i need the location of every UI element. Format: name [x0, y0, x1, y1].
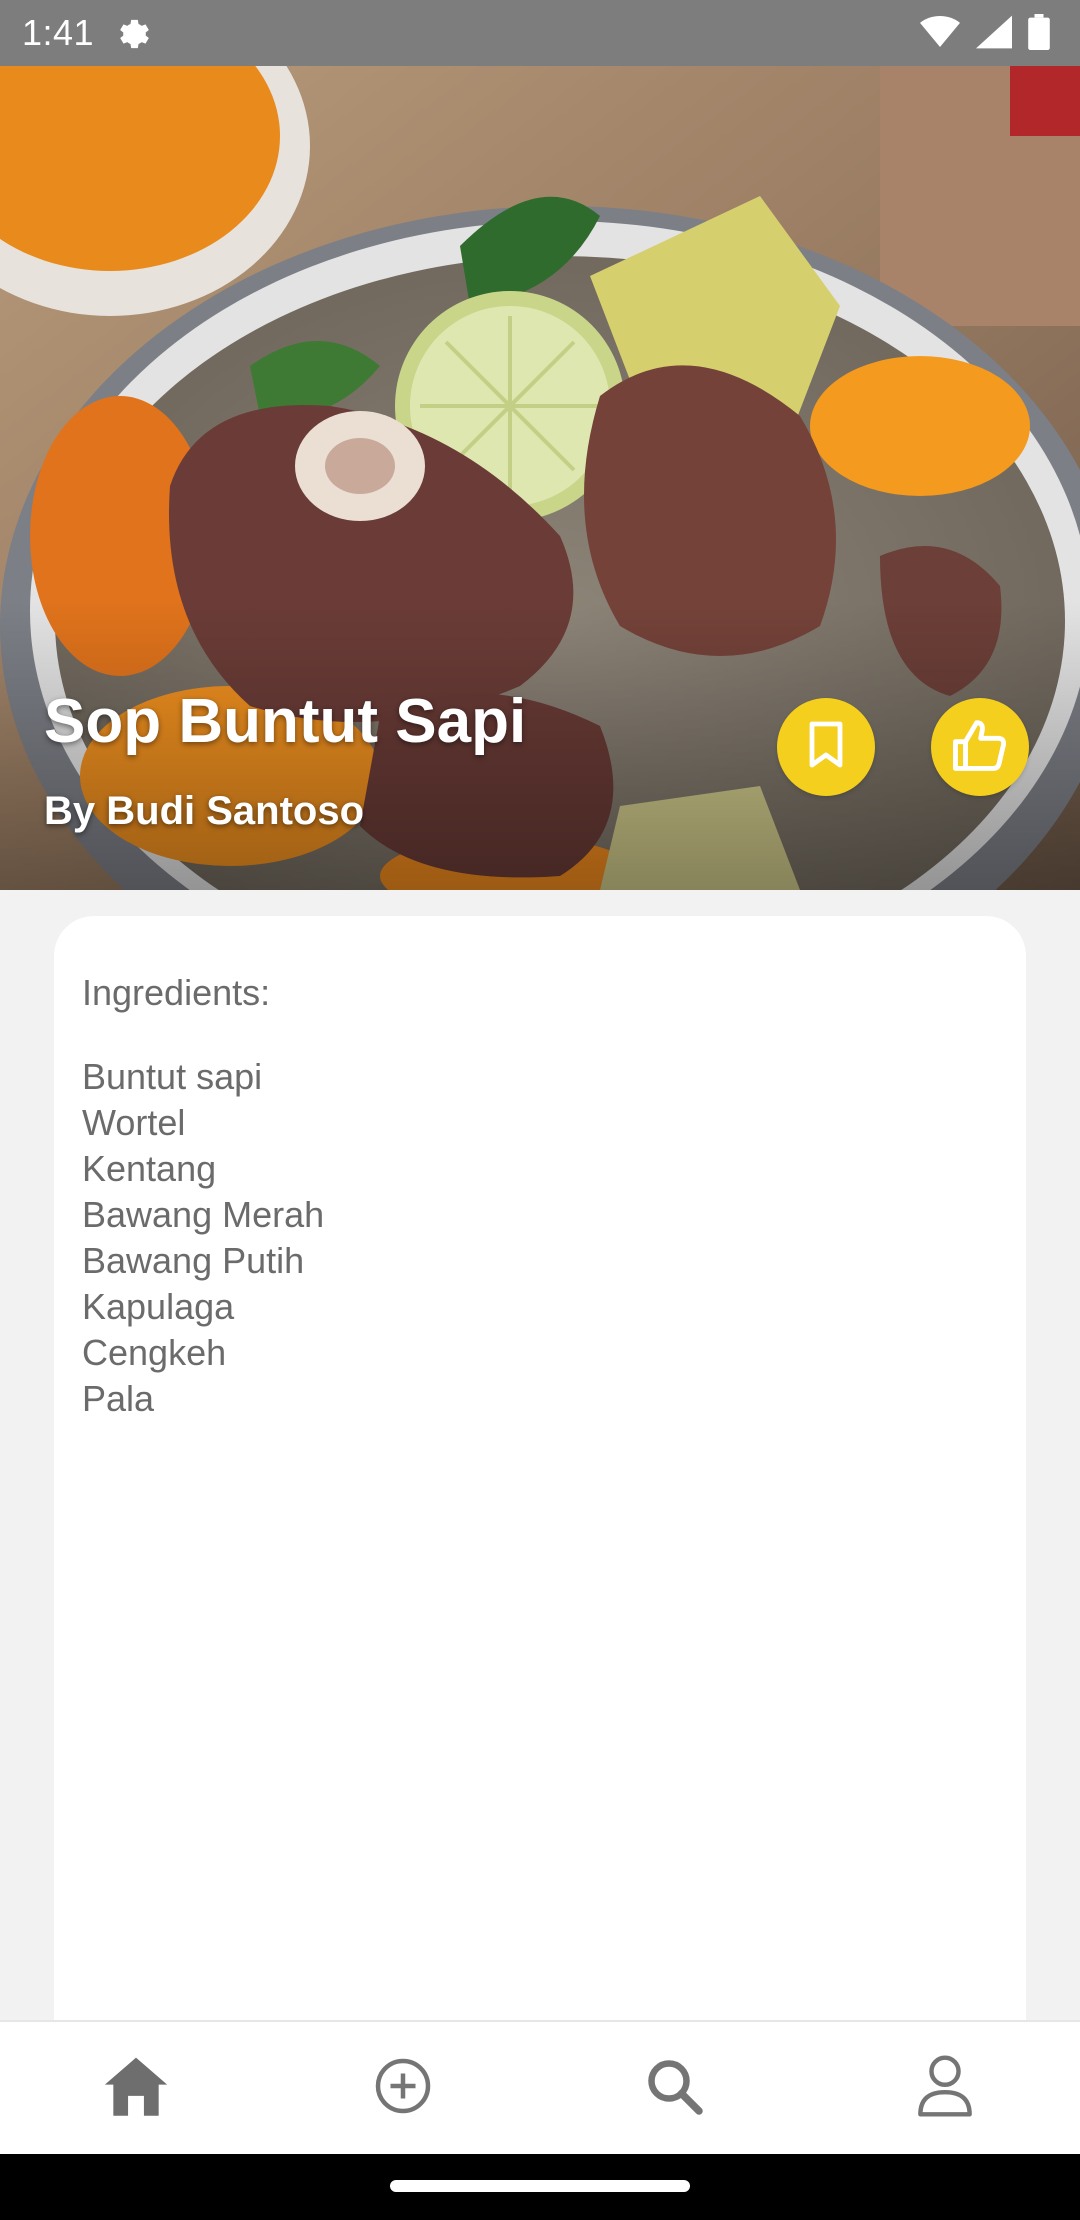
search-icon: [644, 2056, 704, 2121]
oxtail-soup-photo: [0, 66, 1080, 890]
like-button[interactable]: [931, 698, 1029, 796]
ingredient-item: Bawang Putih: [82, 1240, 305, 1281]
nav-home[interactable]: [96, 2048, 176, 2128]
status-bar: 1:41: [0, 0, 1080, 66]
status-icons: [920, 13, 1050, 55]
ingredient-item: Bawang Merah: [82, 1194, 325, 1235]
profile-icon: [915, 2054, 975, 2123]
bottom-nav: [0, 2020, 1080, 2154]
gesture-handle[interactable]: [390, 2180, 690, 2192]
system-navigation-bar: [0, 2154, 1080, 2220]
ingredients-card: Ingredients: Buntut sapi Wortel Kentang …: [54, 916, 1026, 2020]
settings-icon: [114, 14, 154, 54]
ingredient-item: Kentang: [82, 1148, 217, 1189]
ingredients-heading: Ingredients:: [82, 972, 271, 1013]
ingredient-item: Cengkeh: [82, 1332, 227, 1373]
recipe-hero: Sop Buntut Sapi By Budi Santoso: [0, 66, 1080, 890]
ingredients-list: Buntut sapi Wortel Kentang Bawang Merah …: [82, 1054, 324, 1422]
bookmark-button[interactable]: [777, 698, 875, 796]
nav-profile[interactable]: [905, 2048, 985, 2128]
status-time: 1:41: [22, 12, 95, 53]
home-icon: [102, 2054, 170, 2123]
nav-search[interactable]: [634, 2048, 714, 2128]
battery-icon: [1028, 13, 1050, 55]
recipe-author: By Budi Santoso: [44, 789, 365, 833]
ingredient-item: Buntut sapi: [82, 1056, 263, 1097]
ingredient-item: Wortel: [82, 1102, 186, 1143]
nav-add[interactable]: [363, 2048, 443, 2128]
ingredient-item: Pala: [82, 1378, 155, 1419]
thumbs-up-icon: [951, 717, 1009, 778]
recipe-title: Sop Buntut Sapi: [44, 687, 527, 756]
ingredient-item: Kapulaga: [82, 1286, 235, 1327]
bookmark-icon: [802, 719, 850, 776]
signal-icon: [976, 15, 1012, 54]
wifi-icon: [920, 15, 960, 54]
add-circle-icon: [373, 2056, 433, 2121]
